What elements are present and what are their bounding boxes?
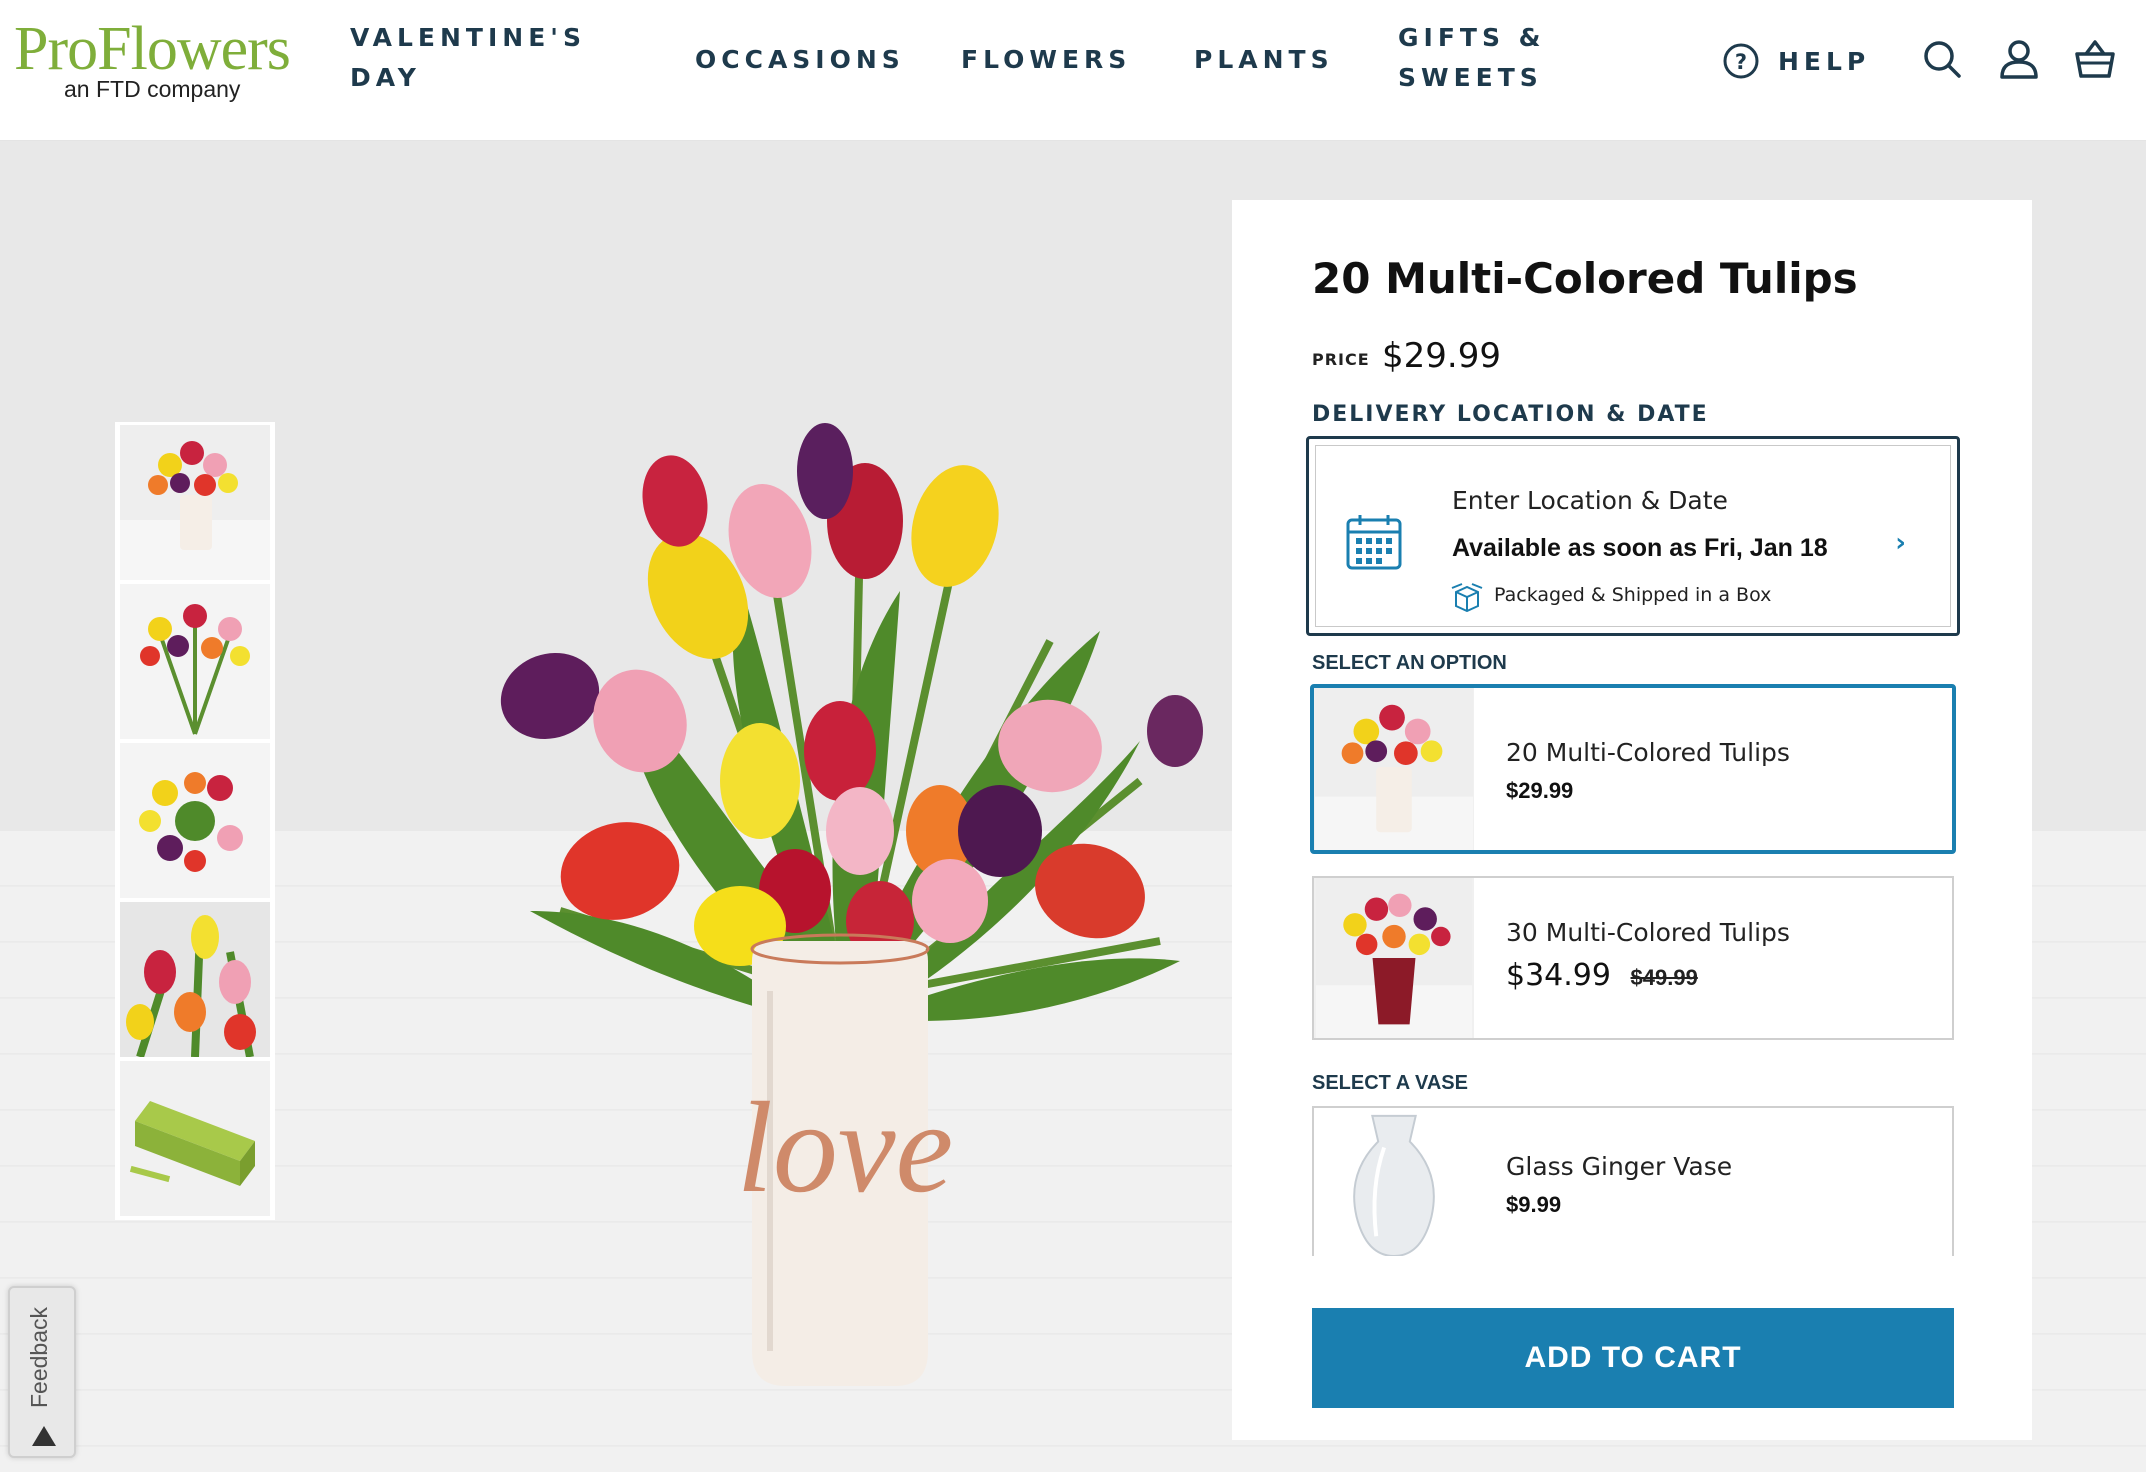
search-icon[interactable]: [1921, 38, 1963, 80]
delivery-title: Enter Location & Date: [1452, 486, 1728, 515]
calendar-icon: [1346, 515, 1402, 570]
thumbnail-1[interactable]: [120, 425, 270, 580]
triangle-up-icon: [32, 1426, 56, 1446]
option-price-row: $34.99 $49.99: [1506, 958, 1698, 993]
logo-tagline: an FTD company: [64, 76, 241, 102]
delivery-location-date-button[interactable]: Enter Location & Date Available as soon …: [1306, 436, 1960, 636]
account-icon[interactable]: [1998, 38, 2040, 80]
select-option-label: SELECT AN OPTION: [1312, 652, 1507, 674]
feedback-tab[interactable]: Feedback: [8, 1286, 76, 1458]
product-panel: 20 Multi-Colored Tulips PRICE $29.99 DEL…: [1232, 200, 2032, 1440]
option-name: 20 Multi-Colored Tulips: [1506, 738, 1790, 767]
thumbnail-3[interactable]: [120, 743, 270, 898]
logo-wordmark: ProFlowers: [14, 15, 291, 83]
proflowers-logo[interactable]: ProFlowers an FTD company: [14, 14, 314, 109]
nav-gifts-sweets[interactable]: GIFTS & SWEETS: [1398, 18, 1588, 98]
help-circle-icon: ?: [1723, 43, 1759, 79]
chevron-right-icon: ›: [1895, 528, 1906, 558]
product-title: 20 Multi-Colored Tulips: [1312, 254, 1858, 303]
basket-icon[interactable]: [2074, 38, 2116, 80]
product-main-image[interactable]: love: [440, 351, 1240, 1401]
vase-glass-ginger[interactable]: Glass Ginger Vase $9.99: [1312, 1106, 1954, 1256]
shipping-box-icon: [1451, 583, 1483, 612]
feedback-label: Feedback: [26, 1306, 52, 1408]
thumbnail-4[interactable]: [120, 902, 270, 1057]
nav-flowers[interactable]: FLOWERS: [961, 40, 1131, 80]
price-label: PRICE: [1312, 350, 1370, 369]
help-link[interactable]: ? HELP: [1722, 42, 1870, 80]
option-20-tulips[interactable]: 20 Multi-Colored Tulips $29.99: [1310, 684, 1956, 854]
vase-glass-ginger-image: [1314, 1108, 1474, 1256]
thumbnail-5[interactable]: [120, 1061, 270, 1216]
svg-text:?: ?: [1735, 50, 1747, 74]
delivery-inner: Enter Location & Date Available as soon …: [1315, 445, 1951, 627]
select-vase-label: SELECT A VASE: [1312, 1072, 1468, 1094]
site-header: ProFlowers an FTD company VALENTINE'S DA…: [0, 0, 2146, 141]
shipping-note: Packaged & Shipped in a Box: [1494, 584, 1772, 606]
delivery-section-label: DELIVERY LOCATION & DATE: [1312, 402, 1709, 427]
option-name: 30 Multi-Colored Tulips: [1506, 918, 1790, 947]
nav-plants[interactable]: PLANTS: [1194, 40, 1334, 80]
product-price: $29.99: [1382, 336, 1501, 376]
option-sale-price: $34.99: [1506, 958, 1611, 993]
nav-valentines-day[interactable]: VALENTINE'S DAY: [350, 18, 590, 98]
vase-price: $9.99: [1506, 1192, 1562, 1217]
thumbnail-strip: [115, 422, 275, 1220]
option-20-tulips-image: [1314, 688, 1474, 850]
option-30-tulips-image: [1314, 878, 1474, 1038]
vase-love-script: love: [737, 1076, 954, 1220]
vase-name: Glass Ginger Vase: [1506, 1152, 1733, 1181]
option-price: $29.99: [1506, 778, 1574, 803]
nav-occasions[interactable]: OCCASIONS: [695, 40, 905, 80]
help-label: HELP: [1778, 46, 1871, 76]
option-original-price: $49.99: [1630, 965, 1698, 990]
delivery-availability: Available as soon as Fri, Jan 18: [1452, 534, 1828, 562]
thumbnail-2[interactable]: [120, 584, 270, 739]
add-to-cart-button[interactable]: ADD TO CART: [1312, 1308, 1954, 1408]
option-30-tulips[interactable]: 30 Multi-Colored Tulips $34.99 $49.99: [1312, 876, 1954, 1040]
